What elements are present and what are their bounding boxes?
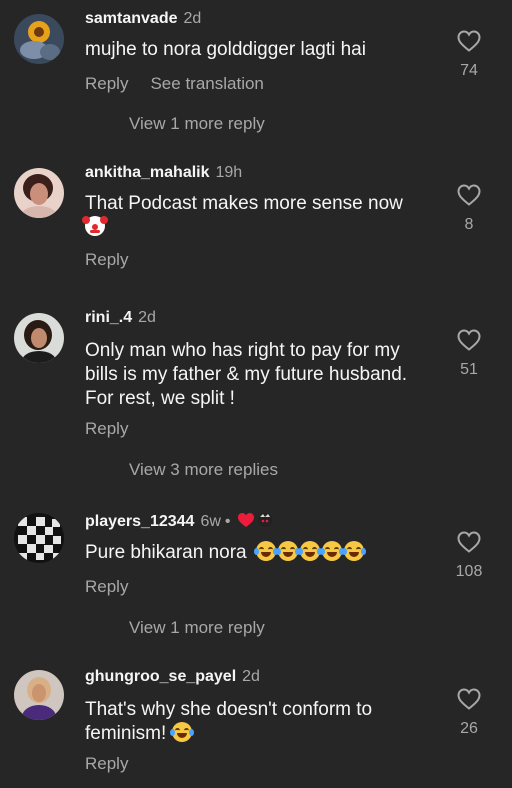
reply-button[interactable]: Reply xyxy=(85,577,128,596)
avatar[interactable] xyxy=(14,513,64,563)
face-with-tears-of-joy-emoji xyxy=(169,722,194,742)
comment-meta: rini_.4 2d xyxy=(85,309,156,327)
separator-dot: • xyxy=(224,513,231,530)
comment-text-line: Only man who has right to pay for my xyxy=(85,340,400,361)
reply-button[interactable]: Reply xyxy=(85,754,128,773)
comments-list: samtanvade 2d mujhe to nora golddigger la… xyxy=(0,0,512,788)
username[interactable]: players_12344 xyxy=(85,513,194,530)
face-with-tears-of-joy-emoji xyxy=(319,541,344,561)
reply-button[interactable]: Reply xyxy=(85,419,128,438)
like-count: 74 xyxy=(460,62,478,79)
avatar[interactable] xyxy=(14,168,64,218)
comment-text: Only man who has right to pay for my bil… xyxy=(85,339,445,411)
comment-meta: samtanvade 2d xyxy=(85,10,201,28)
heart-outline-icon[interactable] xyxy=(457,30,481,52)
view-more-replies-button[interactable]: View 3 more replies xyxy=(129,460,278,480)
clown-face-emoji xyxy=(82,216,108,236)
comment-text-line: feminism! xyxy=(85,723,167,744)
username[interactable]: ankitha_mahalik xyxy=(85,164,210,181)
comment-meta: players_12344 6w • xyxy=(85,511,273,534)
heart-outline-icon[interactable] xyxy=(457,688,481,710)
like-button[interactable]: 108 xyxy=(454,531,484,581)
comment-actions: Reply See translation xyxy=(85,74,286,94)
like-button[interactable]: 74 xyxy=(454,30,484,80)
username[interactable]: samtanvade xyxy=(85,10,178,27)
comment-actions: Reply xyxy=(85,754,150,774)
red-heart-icon xyxy=(237,513,272,527)
view-more-replies-button[interactable]: View 1 more reply xyxy=(129,114,265,134)
comment-text-content: Pure bhikaran nora xyxy=(85,542,247,563)
comment-text-line: That's why she doesn't conform to xyxy=(85,699,373,720)
timestamp: 2d xyxy=(242,668,260,685)
heart-outline-icon[interactable] xyxy=(457,531,481,553)
comment-meta: ankitha_mahalik 19h xyxy=(85,164,242,182)
comment-text-line: bills is my father & my future husband. xyxy=(85,364,408,385)
face-with-tears-of-joy-emoji xyxy=(297,541,322,561)
like-button[interactable]: 26 xyxy=(454,688,484,738)
heart-outline-icon[interactable] xyxy=(457,184,481,206)
like-count: 26 xyxy=(460,720,478,737)
timestamp: 2d xyxy=(138,309,156,326)
comment-actions: Reply xyxy=(85,577,150,597)
avatar[interactable] xyxy=(14,14,64,64)
like-button[interactable]: 8 xyxy=(454,184,484,234)
comment-actions: Reply xyxy=(85,419,150,439)
like-count: 51 xyxy=(460,361,478,378)
comment-meta: ghungroo_se_payel 2d xyxy=(85,668,260,686)
comment-text-content: That Podcast makes more sense now xyxy=(85,193,403,214)
heart-outline-icon[interactable] xyxy=(457,329,481,351)
username[interactable]: rini_.4 xyxy=(85,309,132,326)
comment-text: That's why she doesn't conform to femini… xyxy=(85,698,435,746)
timestamp: 19h xyxy=(215,164,243,181)
comment-text-line: For rest, we split ! xyxy=(85,388,235,409)
face-with-tears-of-joy-emoji xyxy=(253,541,278,561)
reply-button[interactable]: Reply xyxy=(85,250,128,269)
timestamp: 2d xyxy=(183,10,202,27)
like-button[interactable]: 51 xyxy=(454,329,484,379)
timestamp: 6w xyxy=(200,513,221,530)
comment-text: That Podcast makes more sense now xyxy=(82,192,435,240)
comment-text: mujhe to nora golddigger lagti hai xyxy=(85,39,366,60)
comment-actions: Reply xyxy=(85,250,150,270)
avatar[interactable] xyxy=(14,670,64,720)
username[interactable]: ghungroo_se_payel xyxy=(85,668,236,685)
reply-button[interactable]: Reply xyxy=(85,74,128,93)
view-more-replies-button[interactable]: View 1 more reply xyxy=(129,618,265,638)
like-count: 108 xyxy=(455,563,483,580)
like-count: 8 xyxy=(464,216,474,233)
see-translation-button[interactable]: See translation xyxy=(150,74,263,93)
avatar[interactable] xyxy=(14,313,64,363)
face-with-tears-of-joy-emoji xyxy=(341,541,366,561)
creator-liked-badge xyxy=(237,511,273,534)
face-with-tears-of-joy-emoji xyxy=(275,541,300,561)
comment-text: Pure bhikaran nora xyxy=(85,541,435,565)
